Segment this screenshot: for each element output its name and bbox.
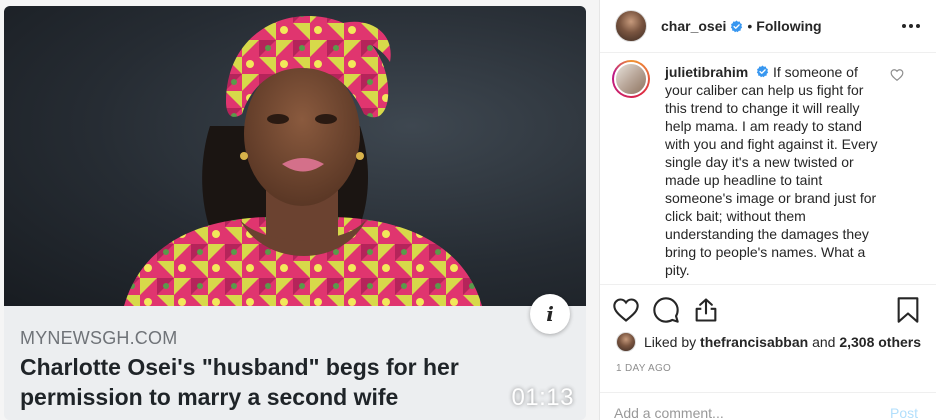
news-source: MYNEWSGH.COM <box>20 328 178 348</box>
liker-avatar[interactable] <box>616 332 636 352</box>
post-actions-bar <box>600 294 936 326</box>
comment-text: If someone of your caliber can help us f… <box>665 64 878 278</box>
verified-badge-icon <box>756 65 769 78</box>
video-card[interactable]: MYNEWSGH.COM Charlotte Osei's "husband" … <box>4 6 586 420</box>
commenter-username[interactable]: julietibrahim <box>665 64 748 80</box>
header-separator: • <box>747 18 753 34</box>
info-button[interactable]: i <box>530 294 570 334</box>
post-timestamp[interactable]: 1 DAY AGO <box>616 363 671 374</box>
info-icon: i <box>546 302 554 326</box>
post-comment-button[interactable]: Post <box>890 405 918 420</box>
video-duration: 01:13 <box>511 384 574 411</box>
woman-portrait-illustration <box>124 16 482 306</box>
add-comment-input[interactable] <box>614 403 854 420</box>
commenter-avatar-image <box>614 62 648 96</box>
verified-badge-icon <box>731 20 743 32</box>
share-icon[interactable] <box>692 296 720 324</box>
like-heart-icon[interactable] <box>612 296 640 324</box>
post-media[interactable]: MYNEWSGH.COM Charlotte Osei's "husband" … <box>0 0 600 420</box>
commenter-avatar[interactable] <box>612 60 650 98</box>
likes-prefix: Liked by <box>644 334 697 350</box>
add-comment-section: Post <box>600 392 936 420</box>
likes-and: and <box>812 334 836 350</box>
author-username[interactable]: char_osei <box>661 18 726 34</box>
news-caption: MYNEWSGH.COM Charlotte Osei's "husband" … <box>4 306 586 420</box>
post-details-panel: char_osei • Following julietibrahim If s… <box>600 0 936 420</box>
save-bookmark-icon[interactable] <box>894 296 922 324</box>
likes-summary: Liked by thefrancisabban and 2,308 other… <box>616 332 921 352</box>
following-button[interactable]: Following <box>756 18 821 34</box>
more-options-icon[interactable] <box>900 16 922 36</box>
likes-count[interactable]: 2,308 others <box>839 334 921 350</box>
comment-bubble-icon[interactable] <box>652 296 680 324</box>
post-header: char_osei • Following <box>600 0 936 53</box>
comment-item: julietibrahim If someone of your caliber… <box>600 53 936 285</box>
liker-username[interactable]: thefrancisabban <box>700 334 808 350</box>
news-photo <box>4 6 586 306</box>
author-avatar[interactable] <box>615 10 647 42</box>
news-headline: Charlotte Osei's "husband" begs for her … <box>20 354 459 410</box>
like-comment-heart-icon[interactable] <box>890 68 904 82</box>
comment-body: julietibrahim If someone of your caliber… <box>665 63 881 279</box>
